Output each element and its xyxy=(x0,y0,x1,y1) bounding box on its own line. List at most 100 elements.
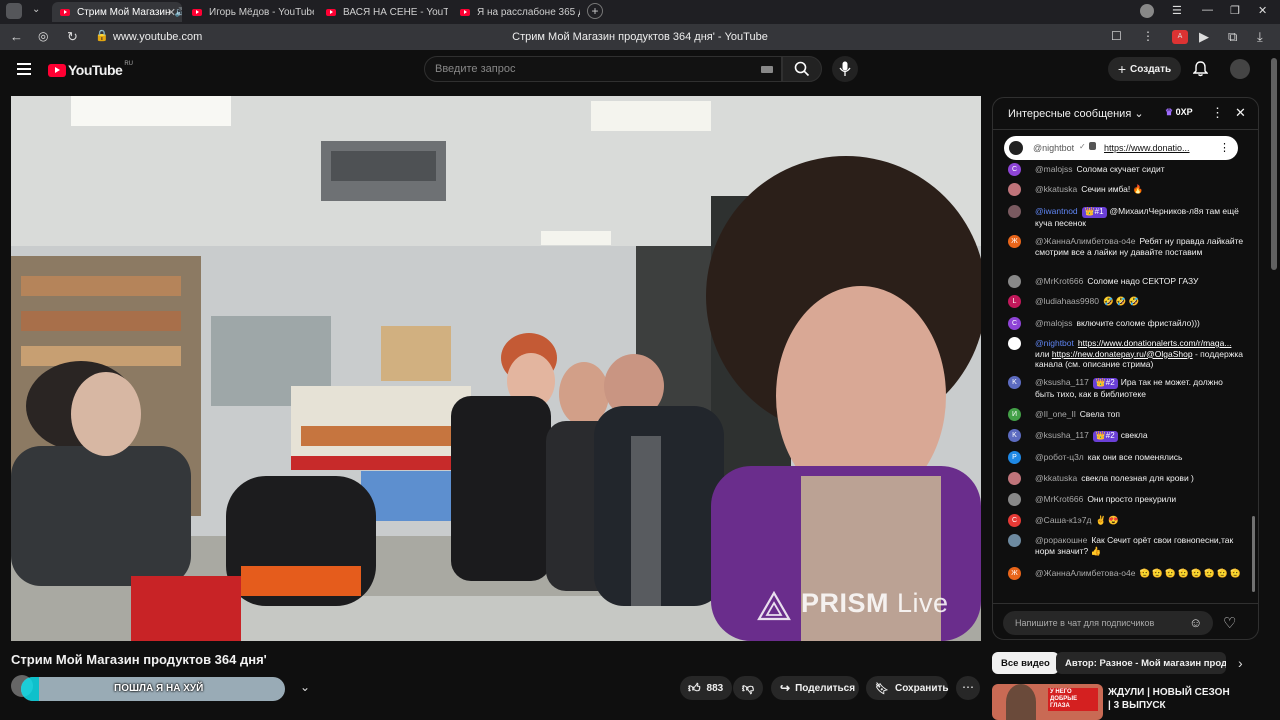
tab-igor-medov[interactable]: Игорь Мёдов - YouTube xyxy=(184,2,314,22)
tab-label: Стрим Мой Магазин xyxy=(77,6,171,18)
chat-message[interactable]: @kkatuska Сечин имба! 🔥 xyxy=(1008,183,1244,196)
hamburger-menu-icon[interactable] xyxy=(17,63,31,75)
url-field[interactable]: www.youtube.com xyxy=(113,31,202,43)
like-button[interactable]: 👍︎ 883 xyxy=(680,676,732,700)
author-name: @ЖаннаАлимбетова-о4е xyxy=(1035,568,1136,578)
search-button[interactable] xyxy=(782,56,822,82)
reload-icon[interactable]: ↻ xyxy=(67,29,78,45)
chat-message[interactable]: @MrKrot666 Соломе надо СЕКТОР ГАЗУ xyxy=(1008,275,1244,288)
share-button[interactable]: ↪ Поделиться xyxy=(771,676,859,700)
menu-lines-icon[interactable]: ☰ xyxy=(1172,4,1182,17)
close-tab-icon[interactable]: ✕ xyxy=(167,6,176,19)
chat-message[interactable]: Ж @ЖаннаАлимбетова-о4е Ребят ну правда ла… xyxy=(1008,235,1244,257)
search-box[interactable] xyxy=(424,56,782,82)
emoji-icon[interactable]: ☺ xyxy=(1189,615,1202,630)
more-vert-icon[interactable]: ⋮ xyxy=(1142,29,1154,43)
member-badge: 👑#2 xyxy=(1092,431,1118,442)
page-scrollbar[interactable] xyxy=(1271,58,1277,270)
chat-message[interactable]: @iwantnod 👑#1 @МихаилЧерников-л8я там ещё … xyxy=(1008,205,1244,228)
chevron-down-icon: ⌄ xyxy=(1134,108,1144,120)
recommended-title[interactable]: ЖДУЛИ | НОВЫЙ СЕЗОН | 3 ВЫПУСК xyxy=(1108,686,1232,712)
share-label: Поделиться xyxy=(795,682,856,694)
chat-message[interactable]: C @malojss Солома скучает сидит xyxy=(1008,163,1244,176)
author-name: @malojss xyxy=(1035,318,1073,328)
message-text: Сечин имба! 🔥 xyxy=(1081,184,1144,194)
restore-icon[interactable]: ❐ xyxy=(1230,4,1240,17)
media-icon[interactable]: ▶ xyxy=(1199,29,1209,45)
thumbnail-caption: У НЕГО ДОБРЫЕ ГЛАЗА xyxy=(1048,688,1098,711)
user-avatar: C xyxy=(1008,317,1021,330)
message-text: включите соломе фристайло))) xyxy=(1076,318,1200,328)
save-button[interactable]: 🔖︎ Сохранить xyxy=(866,676,949,700)
chat-message[interactable]: Р @робот-ц3л как они все поменялись xyxy=(1008,451,1244,464)
author-name: @kkatuska xyxy=(1035,184,1078,194)
member-badge: 👑#2 xyxy=(1092,378,1118,389)
chat-message[interactable]: @роракошне Как Сечит орёт свои говнопесни… xyxy=(1008,534,1244,556)
translate-icon[interactable]: A xyxy=(1172,30,1188,44)
keyboard-icon[interactable] xyxy=(761,66,773,73)
chevron-down-icon[interactable]: ⌄ xyxy=(300,680,310,694)
chat-message[interactable]: C @malojss включите соломе фристайло))) xyxy=(1008,317,1244,330)
chat-message[interactable]: И @Il_one_Il Свела топ xyxy=(1008,408,1244,421)
tab-vasya[interactable]: ВАСЯ НА СЕНЕ - YouTube xyxy=(318,2,448,22)
close-window-icon[interactable]: ✕ xyxy=(1258,4,1267,17)
minimize-icon[interactable]: — xyxy=(1202,4,1213,16)
like-count: 883 xyxy=(706,682,724,694)
recommended-thumbnail[interactable]: У НЕГО ДОБРЫЕ ГЛАЗА xyxy=(992,684,1103,720)
video-player[interactable] xyxy=(11,96,981,641)
chat-message[interactable]: K @ksusha_117 👑#2 Ира так не может. должно… xyxy=(1008,376,1244,399)
bookmark-icon[interactable]: ☐ xyxy=(1111,29,1122,43)
prism-live-watermark: PRISM Live xyxy=(801,588,949,619)
extensions-icon[interactable]: ⧉ xyxy=(1228,29,1237,45)
chat-message[interactable]: @kkatuska свекла полезная для крови ) xyxy=(1008,472,1244,485)
author-name: @MrKrot666 xyxy=(1035,276,1084,286)
new-tab-button[interactable]: + xyxy=(587,3,603,19)
chat-message[interactable]: L @ludiahaas9980 🤣 🤣 🤣 xyxy=(1008,295,1244,308)
chat-scrollbar[interactable] xyxy=(1252,516,1255,592)
chat-message[interactable]: @nightbot https://www.donationalerts.com/… xyxy=(1008,337,1244,370)
pinned-more-icon[interactable]: ⋮ xyxy=(1219,141,1230,154)
user-avatar xyxy=(1008,472,1021,485)
chip-all-videos[interactable]: Все видео xyxy=(992,652,1059,674)
chat-mode-dropdown[interactable]: Интересные сообщения ⌄ xyxy=(1008,107,1144,120)
chat-input-row: ☺ ♡ xyxy=(993,603,1258,639)
browser-menu-icon[interactable] xyxy=(6,3,22,19)
chat-more-icon[interactable]: ⋮ xyxy=(1211,105,1224,121)
create-button[interactable]: + Создать xyxy=(1108,57,1181,81)
chat-message[interactable]: @MrKrot666 Они просто прекурили xyxy=(1008,493,1244,506)
pinned-message[interactable]: @nightbot ✓ https://www.donatio... ⋮ xyxy=(1004,136,1238,160)
watermark-live: Live xyxy=(897,588,949,618)
shield-icon[interactable]: ◎ xyxy=(38,29,48,43)
tab-rasslabon[interactable]: Я на расслабоне 365 дней xyxy=(452,2,580,22)
back-icon[interactable]: ← xyxy=(10,29,23,44)
profile-icon[interactable] xyxy=(1140,4,1154,18)
chat-message[interactable]: K @ksusha_117 👑#2 свекла xyxy=(1008,429,1244,442)
chip-by-author[interactable]: Автор: Разное - Мой магазин продуктов xyxy=(1056,652,1226,674)
dislike-button[interactable]: 👎︎ xyxy=(733,676,763,700)
message-joiner: или xyxy=(1035,348,1052,359)
account-avatar[interactable] xyxy=(1230,59,1250,79)
donation-link[interactable]: https://www.donationalerts.com/r/maga... xyxy=(1078,338,1232,348)
chat-input[interactable] xyxy=(1015,618,1175,628)
notifications-bell-icon[interactable] xyxy=(1193,61,1208,77)
chat-points[interactable]: ♛ 0XP xyxy=(1165,107,1193,118)
message-text: 🫡 🫡 🫡 🫡 🫡 🫡 🫡 🫡 xyxy=(1139,568,1241,578)
heart-icon[interactable]: ♡ xyxy=(1223,614,1236,632)
chevron-right-icon[interactable]: › xyxy=(1238,655,1243,671)
chat-message[interactable]: Ж @ЖаннаАлимбетова-о4е 🫡 🫡 🫡 🫡 🫡 🫡 🫡 🫡 xyxy=(1008,567,1244,580)
tab-active-stream[interactable]: Стрим Мой Магазин 🔊 ✕ xyxy=(52,2,182,22)
site-info-icon[interactable]: 🔒 xyxy=(95,29,109,42)
voice-search-button[interactable] xyxy=(832,56,858,82)
pinned-link[interactable]: https://www.donatio... xyxy=(1104,143,1190,153)
user-avatar xyxy=(1008,183,1021,196)
donatepay-link[interactable]: https://new.donatepay.ru/@OlgaShop xyxy=(1052,349,1193,359)
chat-close-icon[interactable]: ✕ xyxy=(1235,105,1246,121)
download-icon[interactable]: ⤓ xyxy=(1257,29,1263,45)
chat-input-box[interactable]: ☺ xyxy=(1003,611,1213,635)
search-input[interactable] xyxy=(435,63,735,75)
more-actions-button[interactable]: ⋯ xyxy=(956,676,980,700)
user-avatar: L xyxy=(1008,295,1021,308)
chat-message[interactable]: С @Саша-к1э7д ✌️ 😍 xyxy=(1008,514,1244,527)
youtube-logo[interactable]: YouTube RU xyxy=(48,61,133,78)
tabs-dropdown-icon[interactable]: ⌄ xyxy=(32,4,40,15)
